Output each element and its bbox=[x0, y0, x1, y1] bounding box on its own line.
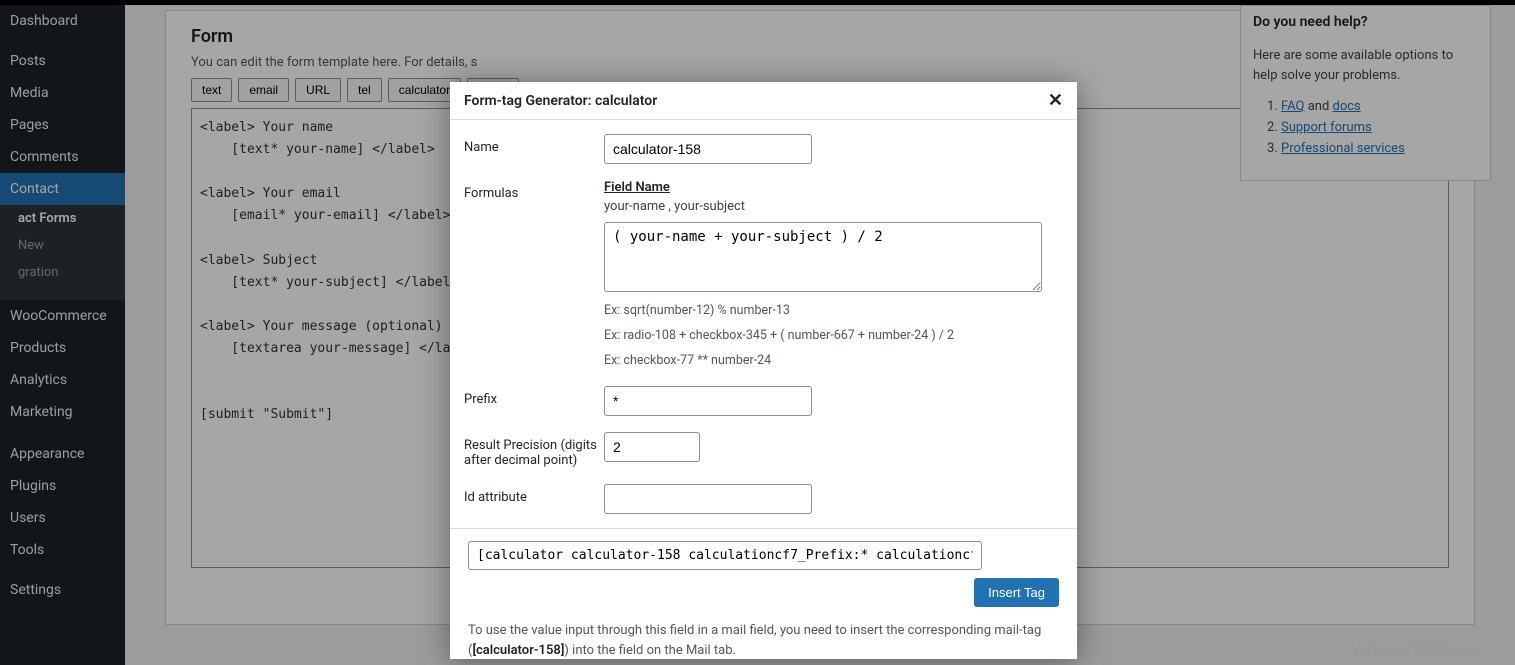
insert-tag-button[interactable]: Insert Tag bbox=[974, 578, 1059, 607]
modal-header: Form-tag Generator: calculator ✕ bbox=[450, 82, 1077, 120]
modal-body[interactable]: Name Formulas Field Name your-name , you… bbox=[450, 120, 1077, 528]
windows-activation-hint: Activate Windows bbox=[1346, 638, 1479, 659]
formula-textarea[interactable] bbox=[604, 222, 1042, 292]
footer-note: To use the value input through this fiel… bbox=[468, 621, 1059, 659]
input-prefix[interactable] bbox=[604, 386, 812, 416]
label-formulas: Formulas bbox=[464, 180, 604, 201]
input-name[interactable] bbox=[604, 134, 812, 164]
field-name-heading: Field Name bbox=[604, 180, 1059, 195]
example-3: Ex: checkbox-77 ** number-24 bbox=[604, 352, 1059, 371]
example-2: Ex: radio-108 + checkbox-345 + ( number-… bbox=[604, 327, 1059, 346]
modal-footer: Insert Tag To use the value input throug… bbox=[450, 528, 1077, 659]
form-tag-generator-modal: Form-tag Generator: calculator ✕ Name Fo… bbox=[450, 82, 1077, 659]
close-icon[interactable]: ✕ bbox=[1048, 90, 1063, 111]
input-id-attr[interactable] bbox=[604, 484, 812, 514]
example-1: Ex: sqrt(number-12) % number-13 bbox=[604, 302, 1059, 321]
label-prefix: Prefix bbox=[464, 386, 604, 407]
label-name: Name bbox=[464, 134, 604, 155]
field-names-list: your-name , your-subject bbox=[604, 199, 1059, 214]
modal-title: Form-tag Generator: calculator bbox=[464, 93, 657, 109]
mail-tag-name: [calculator-158] bbox=[472, 643, 564, 658]
label-id-attr: Id attribute bbox=[464, 484, 604, 505]
label-precision: Result Precision (digits after decimal p… bbox=[464, 432, 604, 468]
input-precision[interactable] bbox=[604, 432, 700, 462]
output-tag-input[interactable] bbox=[468, 541, 982, 570]
